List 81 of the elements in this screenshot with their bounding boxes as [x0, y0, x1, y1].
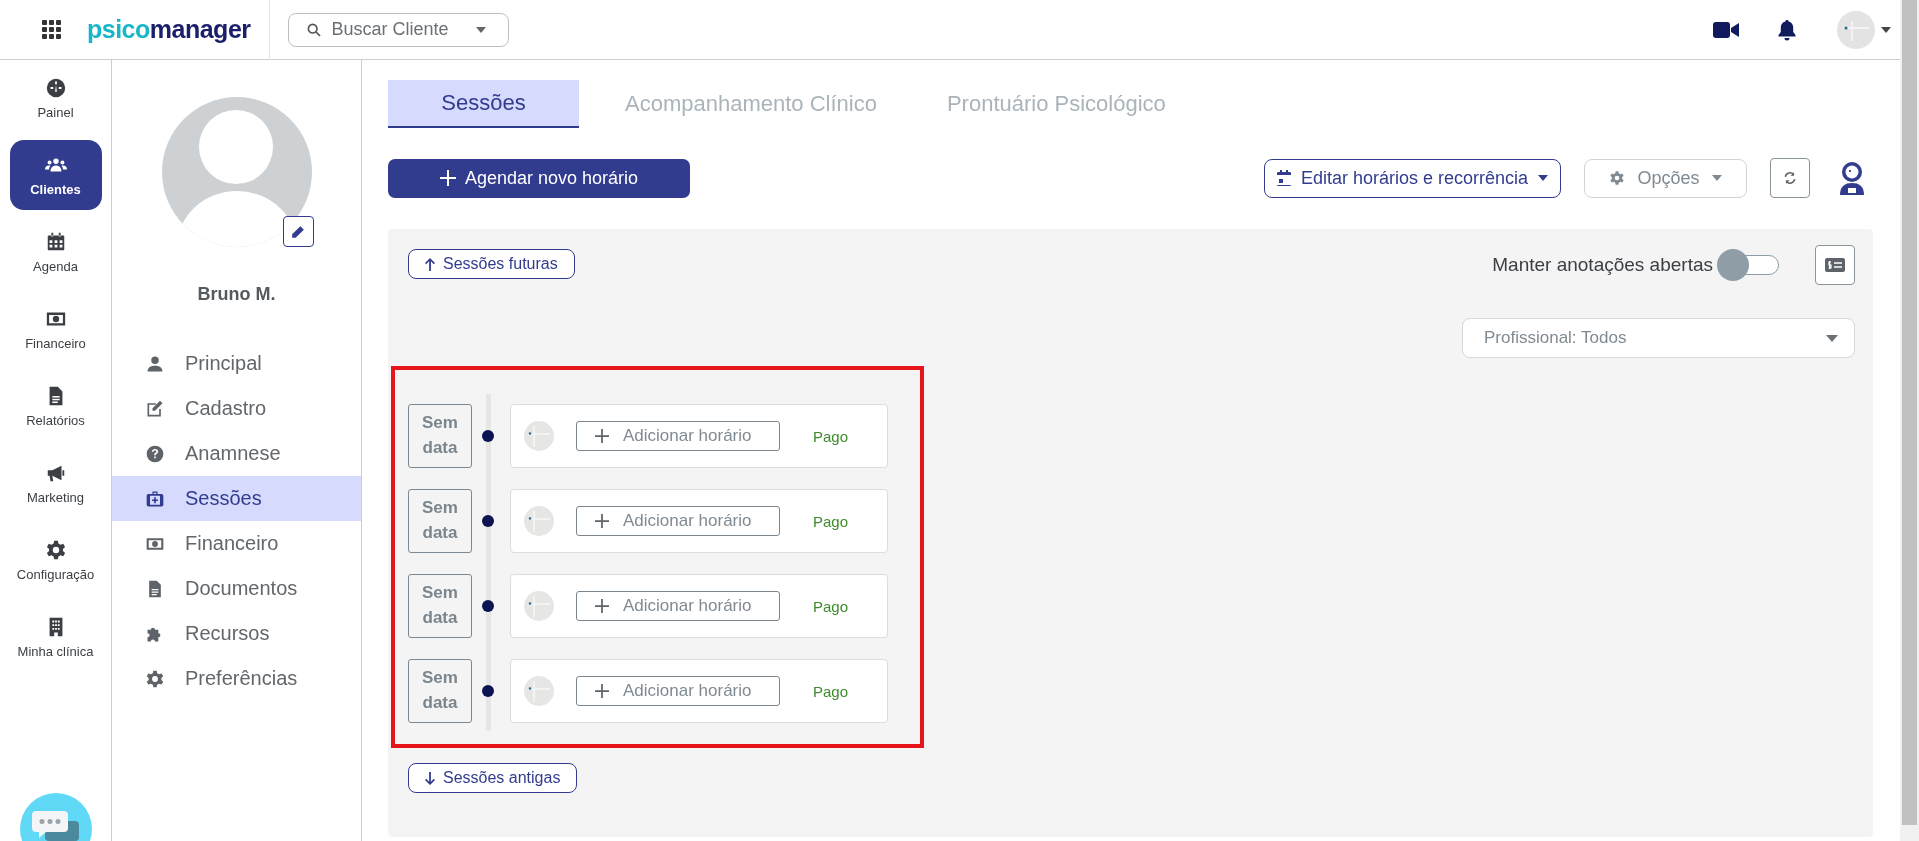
timeline-dot: [482, 685, 494, 697]
caret-icon: [1538, 175, 1548, 181]
session-date: Sem data: [408, 489, 472, 553]
calendar-icon: [1276, 170, 1291, 186]
plus-icon: [595, 429, 609, 443]
profile-picture-icon: [161, 97, 312, 247]
money-card-icon: [1825, 258, 1845, 272]
professional-select[interactable]: Profissional: Todos: [1462, 318, 1855, 358]
nav-item[interactable]: Painel: [9, 63, 102, 133]
payment-status: Pago: [813, 427, 849, 445]
plus-icon: [595, 514, 609, 528]
session-date: Sem data: [408, 404, 472, 468]
client-menu-item[interactable]: Principal: [112, 341, 361, 386]
astronaut-icon[interactable]: [1837, 161, 1867, 195]
client-menu-item[interactable]: Financeiro: [112, 521, 361, 566]
client-menu-item[interactable]: Cadastro: [112, 386, 361, 431]
avatar-icon: [524, 591, 554, 621]
add-time-button[interactable]: Adicionar horário: [576, 676, 780, 706]
scrollbar[interactable]: [1900, 0, 1919, 841]
past-sessions-button[interactable]: Sessões antigas: [408, 763, 578, 793]
plus-icon: [439, 170, 456, 186]
gauge-icon: [44, 76, 67, 99]
options-button[interactable]: Opções: [1584, 158, 1747, 198]
refresh-icon: [1783, 171, 1797, 185]
edit-schedule-button[interactable]: Editar horários e recorrência: [1263, 158, 1561, 198]
nav-item[interactable]: Agenda: [9, 217, 102, 287]
nav-item[interactable]: Configuração: [9, 525, 102, 595]
caret-icon: [1826, 334, 1838, 342]
avatar-icon: [524, 506, 554, 536]
future-sessions-button[interactable]: Sessões futuras: [408, 249, 575, 279]
arrow-up-icon: [425, 257, 435, 271]
plus-icon: [595, 684, 609, 698]
billing-button[interactable]: [1815, 245, 1855, 285]
gear-icon: [145, 668, 165, 689]
edit-icon: [145, 398, 165, 419]
payment-status: Pago: [813, 682, 849, 700]
bell-icon[interactable]: [1777, 18, 1797, 41]
client-menu-item[interactable]: Documentos: [112, 566, 361, 611]
session-date: Sem data: [408, 574, 472, 638]
add-time-button[interactable]: Adicionar horário: [576, 591, 780, 621]
keep-notes-label: Manter anotações abertas: [1492, 254, 1713, 276]
plus-icon: [595, 599, 609, 613]
client-menu-item[interactable]: Preferências: [112, 656, 361, 701]
gear-icon: [44, 538, 67, 561]
gear-icon: [1609, 170, 1626, 186]
client-name: Bruno M.: [197, 284, 276, 305]
add-time-button[interactable]: Adicionar horário: [576, 421, 780, 451]
arrow-down-icon: [425, 771, 435, 785]
search-field[interactable]: Buscar Cliente: [287, 12, 509, 47]
session-date: Sem data: [408, 659, 472, 723]
nav-item[interactable]: Minha clínica: [9, 602, 102, 672]
schedule-button[interactable]: Agendar novo horário: [388, 158, 690, 198]
timeline-dot: [482, 600, 494, 612]
client-menu-item[interactable]: Recursos: [112, 611, 361, 656]
keep-notes-toggle[interactable]: [1717, 248, 1781, 282]
caret-icon: [1881, 26, 1891, 33]
nav-item[interactable]: Relatórios: [9, 371, 102, 441]
apps-grid-icon[interactable]: [42, 19, 62, 40]
caret-icon: [474, 25, 487, 34]
avatar-icon: [1837, 10, 1875, 49]
payment-status: Pago: [813, 597, 849, 615]
video-camera-icon[interactable]: [1713, 20, 1739, 39]
nav-item[interactable]: Marketing: [9, 448, 102, 518]
add-time-button[interactable]: Adicionar horário: [576, 506, 780, 536]
client-menu-item[interactable]: Anamnese: [112, 431, 361, 476]
search-icon: [305, 21, 322, 38]
edit-photo-button[interactable]: [282, 216, 314, 247]
avatar-icon: [524, 421, 554, 451]
payment-status: Pago: [813, 512, 849, 530]
caret-icon: [1711, 175, 1722, 181]
pencil-icon: [291, 224, 305, 239]
nav-item[interactable]: Financeiro: [9, 294, 102, 364]
timeline-dot: [482, 430, 494, 442]
avatar-icon: [524, 676, 554, 706]
question-icon: [145, 443, 165, 464]
client-menu-item[interactable]: Sessões: [112, 476, 361, 521]
logo[interactable]: psicomanager: [87, 15, 251, 44]
nav-item[interactable]: Clientes: [9, 140, 102, 210]
timeline-dot: [482, 515, 494, 527]
tab[interactable]: Sessões: [388, 80, 579, 128]
refresh-button[interactable]: [1770, 158, 1810, 198]
